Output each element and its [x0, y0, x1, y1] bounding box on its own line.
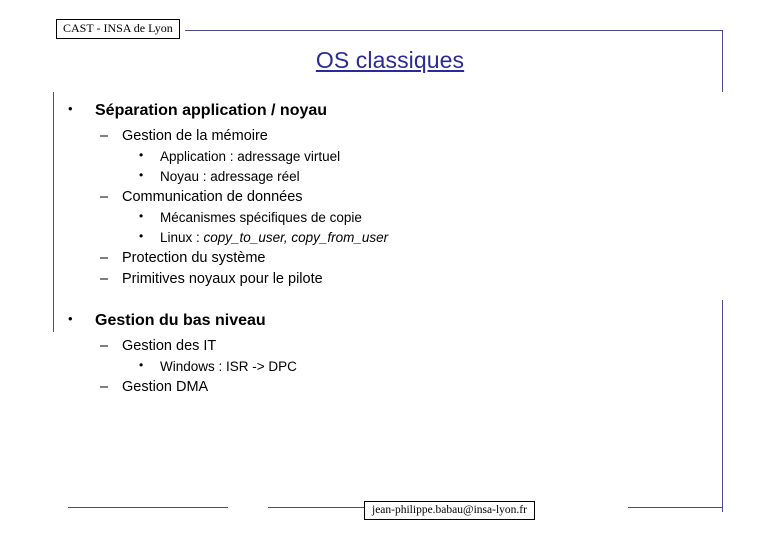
bullet-level3-linux-prefix: Linux :: [160, 229, 204, 245]
dash-marker-icon: –: [100, 337, 109, 354]
bullet-level2-primitives-noyaux-label: Primitives noyaux pour le pilote: [122, 270, 323, 287]
frame-line-bottom-right: [628, 507, 722, 508]
dash-marker-icon: –: [100, 270, 109, 287]
institution-label: CAST - INSA de Lyon: [56, 19, 180, 40]
dash-marker-icon: –: [100, 188, 109, 205]
contact-email-label: jean-philippe.babau@insa-lyon.fr: [364, 501, 535, 520]
frame-line-top: [185, 30, 722, 31]
bullet-level2-gestion-dma: – Gestion DMA: [0, 377, 780, 398]
bullet-level2-communication-donnees: – Communication de données: [0, 187, 780, 208]
frame-line-bottom-left: [68, 507, 228, 508]
slide-content: • Séparation application / noyau – Gesti…: [0, 100, 780, 398]
bullet-level3-noyau-reel: • Noyau : adressage réel: [0, 167, 780, 187]
frame-line-bottom-middle: [268, 507, 368, 508]
bullet-level1-gestion-bas-niveau-label: Gestion du bas niveau: [95, 312, 266, 330]
bullet-marker-icon: •: [139, 357, 144, 372]
bullet-level3-application-virtuel-label: Application : adressage virtuel: [160, 148, 341, 164]
bullet-marker-icon: •: [139, 167, 144, 182]
bullet-level3-linux-copy: • Linux : copy_to_user, copy_from_user: [0, 228, 780, 248]
bullet-level2-gestion-it-label: Gestion des IT: [122, 337, 217, 354]
bullet-level3-application-virtuel: • Application : adressage virtuel: [0, 147, 780, 167]
bullet-marker-icon: •: [139, 208, 144, 223]
bullet-level3-windows-isr-dpc: • Windows : ISR -> DPC: [0, 357, 780, 377]
bullet-level2-gestion-memoire-label: Gestion de la mémoire: [122, 127, 268, 144]
page-title: OS classiques: [315, 47, 465, 73]
bullet-level3-noyau-reel-label: Noyau : adressage réel: [160, 168, 300, 184]
bullet-level2-communication-donnees-label: Communication de données: [122, 188, 303, 205]
bullet-marker-icon: •: [139, 147, 144, 162]
bullet-level3-mecanismes-copie-label: Mécanismes spécifiques de copie: [160, 209, 362, 225]
bullet-marker-icon: •: [68, 101, 73, 116]
bullet-level1-separation-label: Séparation application / noyau: [95, 102, 328, 119]
bullet-marker-icon: •: [139, 228, 144, 243]
dash-marker-icon: –: [100, 127, 109, 144]
bullet-level2-primitives-noyaux: – Primitives noyaux pour le pilote: [0, 269, 780, 290]
bullet-level3-mecanismes-copie: • Mécanismes spécifiques de copie: [0, 208, 780, 228]
bullet-level2-gestion-memoire: – Gestion de la mémoire: [0, 126, 780, 147]
bullet-level1-gestion-bas-niveau: • Gestion du bas niveau: [0, 310, 780, 332]
bullet-level2-gestion-it: – Gestion des IT: [0, 336, 780, 357]
dash-marker-icon: –: [100, 249, 109, 266]
bullet-marker-icon: •: [68, 311, 73, 327]
bullet-level1-separation: • Séparation application / noyau: [0, 100, 780, 122]
bullet-level3-linux-code: copy_to_user, copy_from_user: [203, 229, 389, 245]
bullet-level3-windows-isr-dpc-label: Windows : ISR -> DPC: [160, 358, 297, 374]
bullet-level2-protection-systeme-label: Protection du système: [122, 249, 266, 266]
bullet-level2-protection-systeme: – Protection du système: [0, 248, 780, 269]
slide: CAST - INSA de Lyon OS classiques • Sépa…: [0, 0, 780, 540]
dash-marker-icon: –: [100, 378, 109, 395]
bullet-level2-gestion-dma-label: Gestion DMA: [122, 378, 209, 395]
